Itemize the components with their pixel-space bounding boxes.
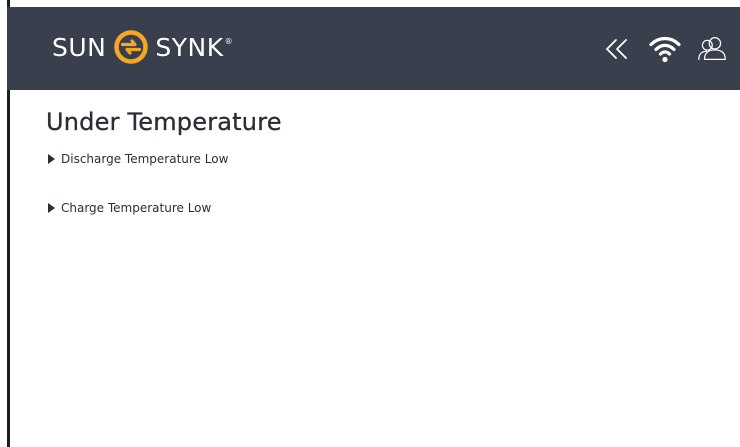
caret-right-icon [48, 154, 55, 164]
top-bar: SUN SYNK ® [7, 7, 740, 90]
brand-right-text: SYNK [155, 32, 224, 62]
list-item-charge-temperature-low[interactable]: Charge Temperature Low [46, 199, 726, 217]
user-icon[interactable] [696, 32, 730, 66]
sunsynk-logo-icon [113, 29, 149, 65]
registered-mark: ® [224, 36, 234, 46]
page-title: Under Temperature [46, 108, 282, 136]
list-item-discharge-temperature-low[interactable]: Discharge Temperature Low [46, 150, 726, 168]
sunsynk-logo: SUN SYNK ® [52, 27, 233, 67]
main-content: Under Temperature Discharge Temperature … [46, 108, 726, 248]
header-actions [586, 31, 730, 67]
brand-left-text: SUN [52, 32, 107, 62]
collapse-icon[interactable] [600, 32, 634, 66]
app-window: SUN SYNK ® Under Temperature Discharge T… [0, 0, 740, 447]
wifi-icon[interactable] [648, 32, 682, 66]
caret-right-icon [48, 203, 55, 213]
list-item-label: Charge Temperature Low [61, 201, 212, 215]
list-item-label: Discharge Temperature Low [61, 152, 229, 166]
